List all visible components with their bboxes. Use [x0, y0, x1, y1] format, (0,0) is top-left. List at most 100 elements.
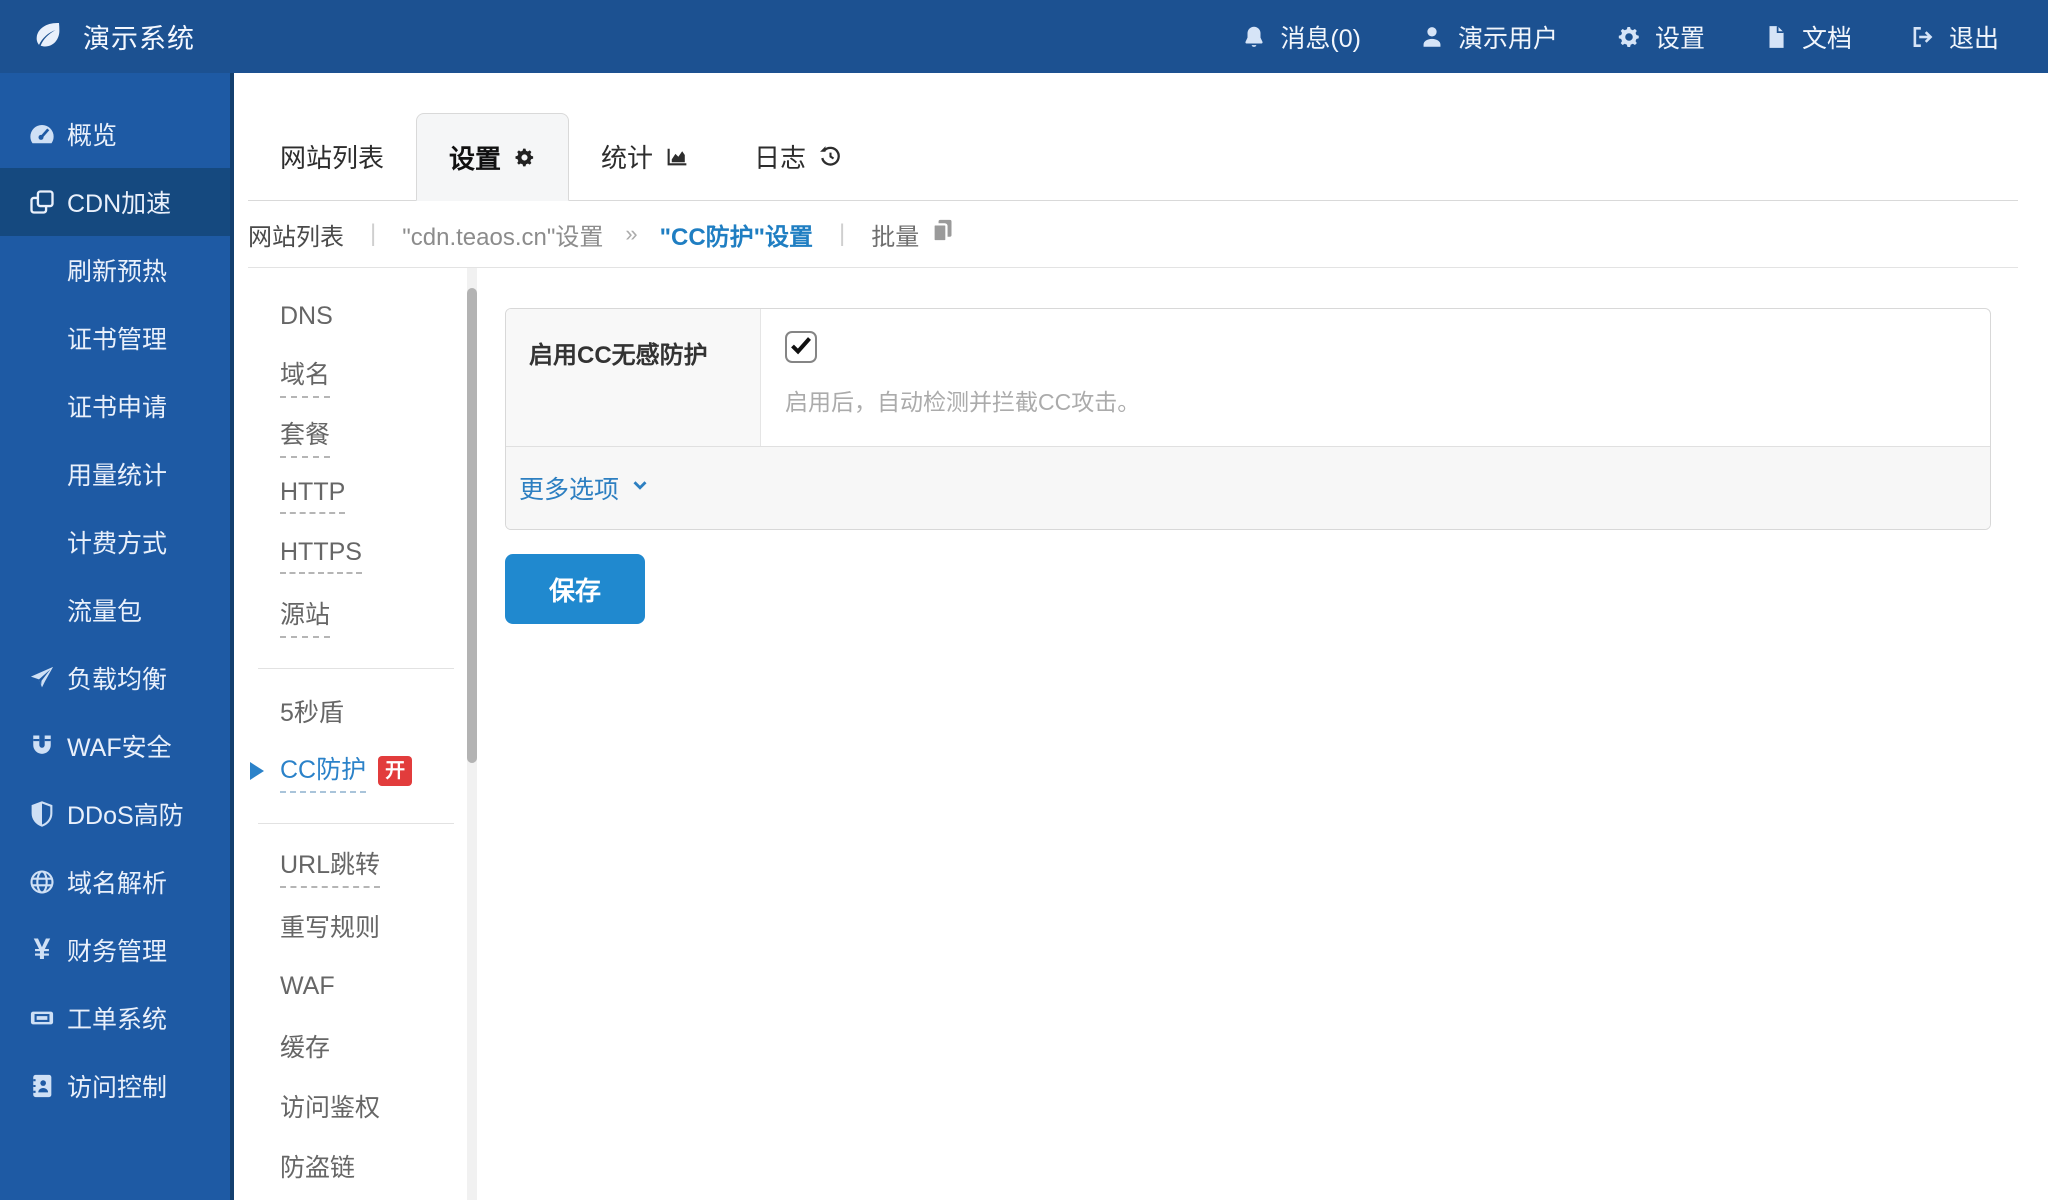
help-text: 启用后，自动检测并拦截CC攻击。	[785, 383, 1990, 417]
sidebar-item-load-balance[interactable]: 负载均衡	[0, 644, 230, 712]
subnav-label: 套餐	[280, 415, 330, 458]
sidebar-item-label: 刷新预热	[0, 252, 167, 288]
sidebar-item-refresh-preheat[interactable]: 刷新预热	[0, 236, 230, 304]
batch-button[interactable]: 批量	[871, 217, 956, 252]
setting-label: 启用CC无感防护	[529, 342, 708, 369]
subnav-item-origin[interactable]: 源站	[247, 586, 477, 646]
sidebar-item-label: 用量统计	[0, 456, 167, 492]
subnav-divider	[258, 668, 454, 669]
gear-icon	[1616, 24, 1642, 50]
gauge-icon	[27, 119, 57, 149]
settings-label: 设置	[1655, 19, 1705, 55]
subnav-label: 防盗链	[280, 1148, 355, 1184]
brand: 演示系统	[0, 17, 195, 56]
subnav-scrollbar	[467, 268, 477, 1200]
tab-settings[interactable]: 设置	[416, 113, 569, 201]
bell-icon	[1241, 24, 1267, 50]
breadcrumb-domain-settings[interactable]: "cdn.teaos.cn"设置	[402, 217, 603, 252]
tab-label: 日志	[754, 138, 806, 175]
clone-icon	[27, 188, 57, 216]
subnav-item-5s-shield[interactable]: 5秒盾	[247, 681, 477, 741]
subnav-item-hotlink-protection[interactable]: 防盗链	[247, 1136, 477, 1196]
leaf-icon	[33, 19, 63, 54]
subnav-item-http[interactable]: HTTP	[247, 466, 477, 526]
magnet-icon	[27, 732, 57, 760]
id-card-icon	[27, 1072, 57, 1100]
sidebar-item-usage-stats[interactable]: 用量统计	[0, 440, 230, 508]
triangle-right-icon	[250, 762, 264, 780]
scrollbar-thumb[interactable]	[467, 288, 477, 763]
subnav-item-rewrite-rules[interactable]: 重写规则	[247, 896, 477, 956]
sidebar-item-overview[interactable]: 概览	[0, 100, 230, 168]
yuan-icon: ¥	[27, 935, 57, 965]
sidebar-item-label: 计费方式	[0, 524, 167, 560]
sidebar-item-label: 财务管理	[0, 932, 167, 968]
sidebar-item-label: 概览	[0, 116, 117, 152]
settings-button[interactable]: 设置	[1587, 0, 1734, 73]
setting-label-cell: 启用CC无感防护	[506, 309, 761, 446]
history-icon	[818, 144, 843, 169]
subnav-item-url-redirect[interactable]: URL跳转	[247, 836, 477, 896]
tab-label: 统计	[601, 138, 653, 175]
docs-button[interactable]: 文档	[1734, 0, 1881, 73]
sidebar-item-traffic-pack[interactable]: 流量包	[0, 576, 230, 644]
batch-label: 批量	[871, 217, 919, 252]
topbar: 演示系统 消息(0) 演示用户 设置 文档	[0, 0, 2048, 73]
subnav-label: 访问鉴权	[280, 1088, 380, 1124]
ticket-icon	[27, 1004, 57, 1032]
tab-site-list[interactable]: 网站列表	[248, 112, 416, 200]
logout-button[interactable]: 退出	[1881, 0, 2028, 73]
subnav-label: 域名	[280, 355, 330, 398]
sidebar-item-label: 域名解析	[0, 864, 167, 900]
user-menu[interactable]: 演示用户	[1390, 0, 1587, 73]
subnav-item-plan[interactable]: 套餐	[247, 406, 477, 466]
sidebar: 概览 CDN加速 刷新预热 证书管理 证书申请 用量统计 计费方式 流量包 负载…	[0, 73, 234, 1200]
sidebar-item-access-control[interactable]: 访问控制	[0, 1052, 230, 1120]
sidebar-item-label: 工单系统	[0, 1000, 167, 1036]
setting-box: 启用CC无感防护 启用后，自动检测并拦截CC攻击。 更多选项	[505, 308, 1991, 530]
sidebar-item-tickets[interactable]: 工单系统	[0, 984, 230, 1052]
sidebar-item-waf[interactable]: WAF安全	[0, 712, 230, 780]
more-options-link[interactable]: 更多选项	[519, 470, 651, 506]
checkmark-icon	[789, 333, 813, 362]
sidebar-item-ddos[interactable]: DDoS高防	[0, 780, 230, 848]
sidebar-item-cert-manage[interactable]: 证书管理	[0, 304, 230, 372]
sidebar-item-label: CDN加速	[0, 184, 171, 220]
area-chart-icon	[665, 144, 690, 169]
breadcrumb-site-list[interactable]: 网站列表	[248, 217, 344, 252]
subnav-label: WAF	[280, 972, 335, 1001]
status-badge-on: 开	[378, 756, 412, 786]
shield-icon	[27, 800, 57, 828]
logout-label: 退出	[1949, 19, 1999, 55]
save-button[interactable]: 保存	[505, 554, 645, 624]
subnav-item-waf[interactable]: WAF	[247, 956, 477, 1016]
cc-protection-checkbox[interactable]	[785, 331, 817, 363]
chevron-down-icon	[629, 474, 651, 503]
subnav-item-domain[interactable]: 域名	[247, 346, 477, 406]
sidebar-item-label: 负载均衡	[0, 660, 167, 696]
subnav-item-https[interactable]: HTTPS	[247, 526, 477, 586]
sidebar-item-dns-resolve[interactable]: 域名解析	[0, 848, 230, 916]
tab-bar: 网站列表 设置 统计 日志	[248, 73, 2018, 201]
sidebar-item-finance[interactable]: ¥ 财务管理	[0, 916, 230, 984]
breadcrumb: 网站列表 | "cdn.teaos.cn"设置 » "CC防护"设置 | 批量	[248, 201, 2018, 268]
subnav-item-access-auth[interactable]: 访问鉴权	[247, 1076, 477, 1136]
messages-button[interactable]: 消息(0)	[1212, 0, 1390, 73]
subnav-item-dns[interactable]: DNS	[247, 286, 477, 346]
sidebar-item-cdn[interactable]: CDN加速	[0, 168, 230, 236]
breadcrumb-current: "CC防护"设置	[660, 217, 813, 252]
globe-icon	[27, 868, 57, 896]
settings-subnav: DNS 域名 套餐 HTTP HTTPS 源站 5秒盾 CC防护 开 URL跳转…	[234, 268, 477, 1200]
more-options-row: 更多选项	[506, 446, 1990, 529]
breadcrumb-arrow: »	[625, 221, 637, 247]
messages-label: 消息(0)	[1280, 19, 1361, 55]
sidebar-item-cert-apply[interactable]: 证书申请	[0, 372, 230, 440]
subnav-label: URL跳转	[280, 845, 380, 888]
subnav-item-cache[interactable]: 缓存	[247, 1016, 477, 1076]
tab-statistics[interactable]: 统计	[569, 112, 722, 200]
subnav-item-cc-protection[interactable]: CC防护 开	[247, 741, 477, 801]
tab-logs[interactable]: 日志	[722, 112, 875, 200]
sidebar-item-billing[interactable]: 计费方式	[0, 508, 230, 576]
sidebar-item-label: 访问控制	[0, 1068, 167, 1104]
brand-title: 演示系统	[83, 17, 195, 56]
